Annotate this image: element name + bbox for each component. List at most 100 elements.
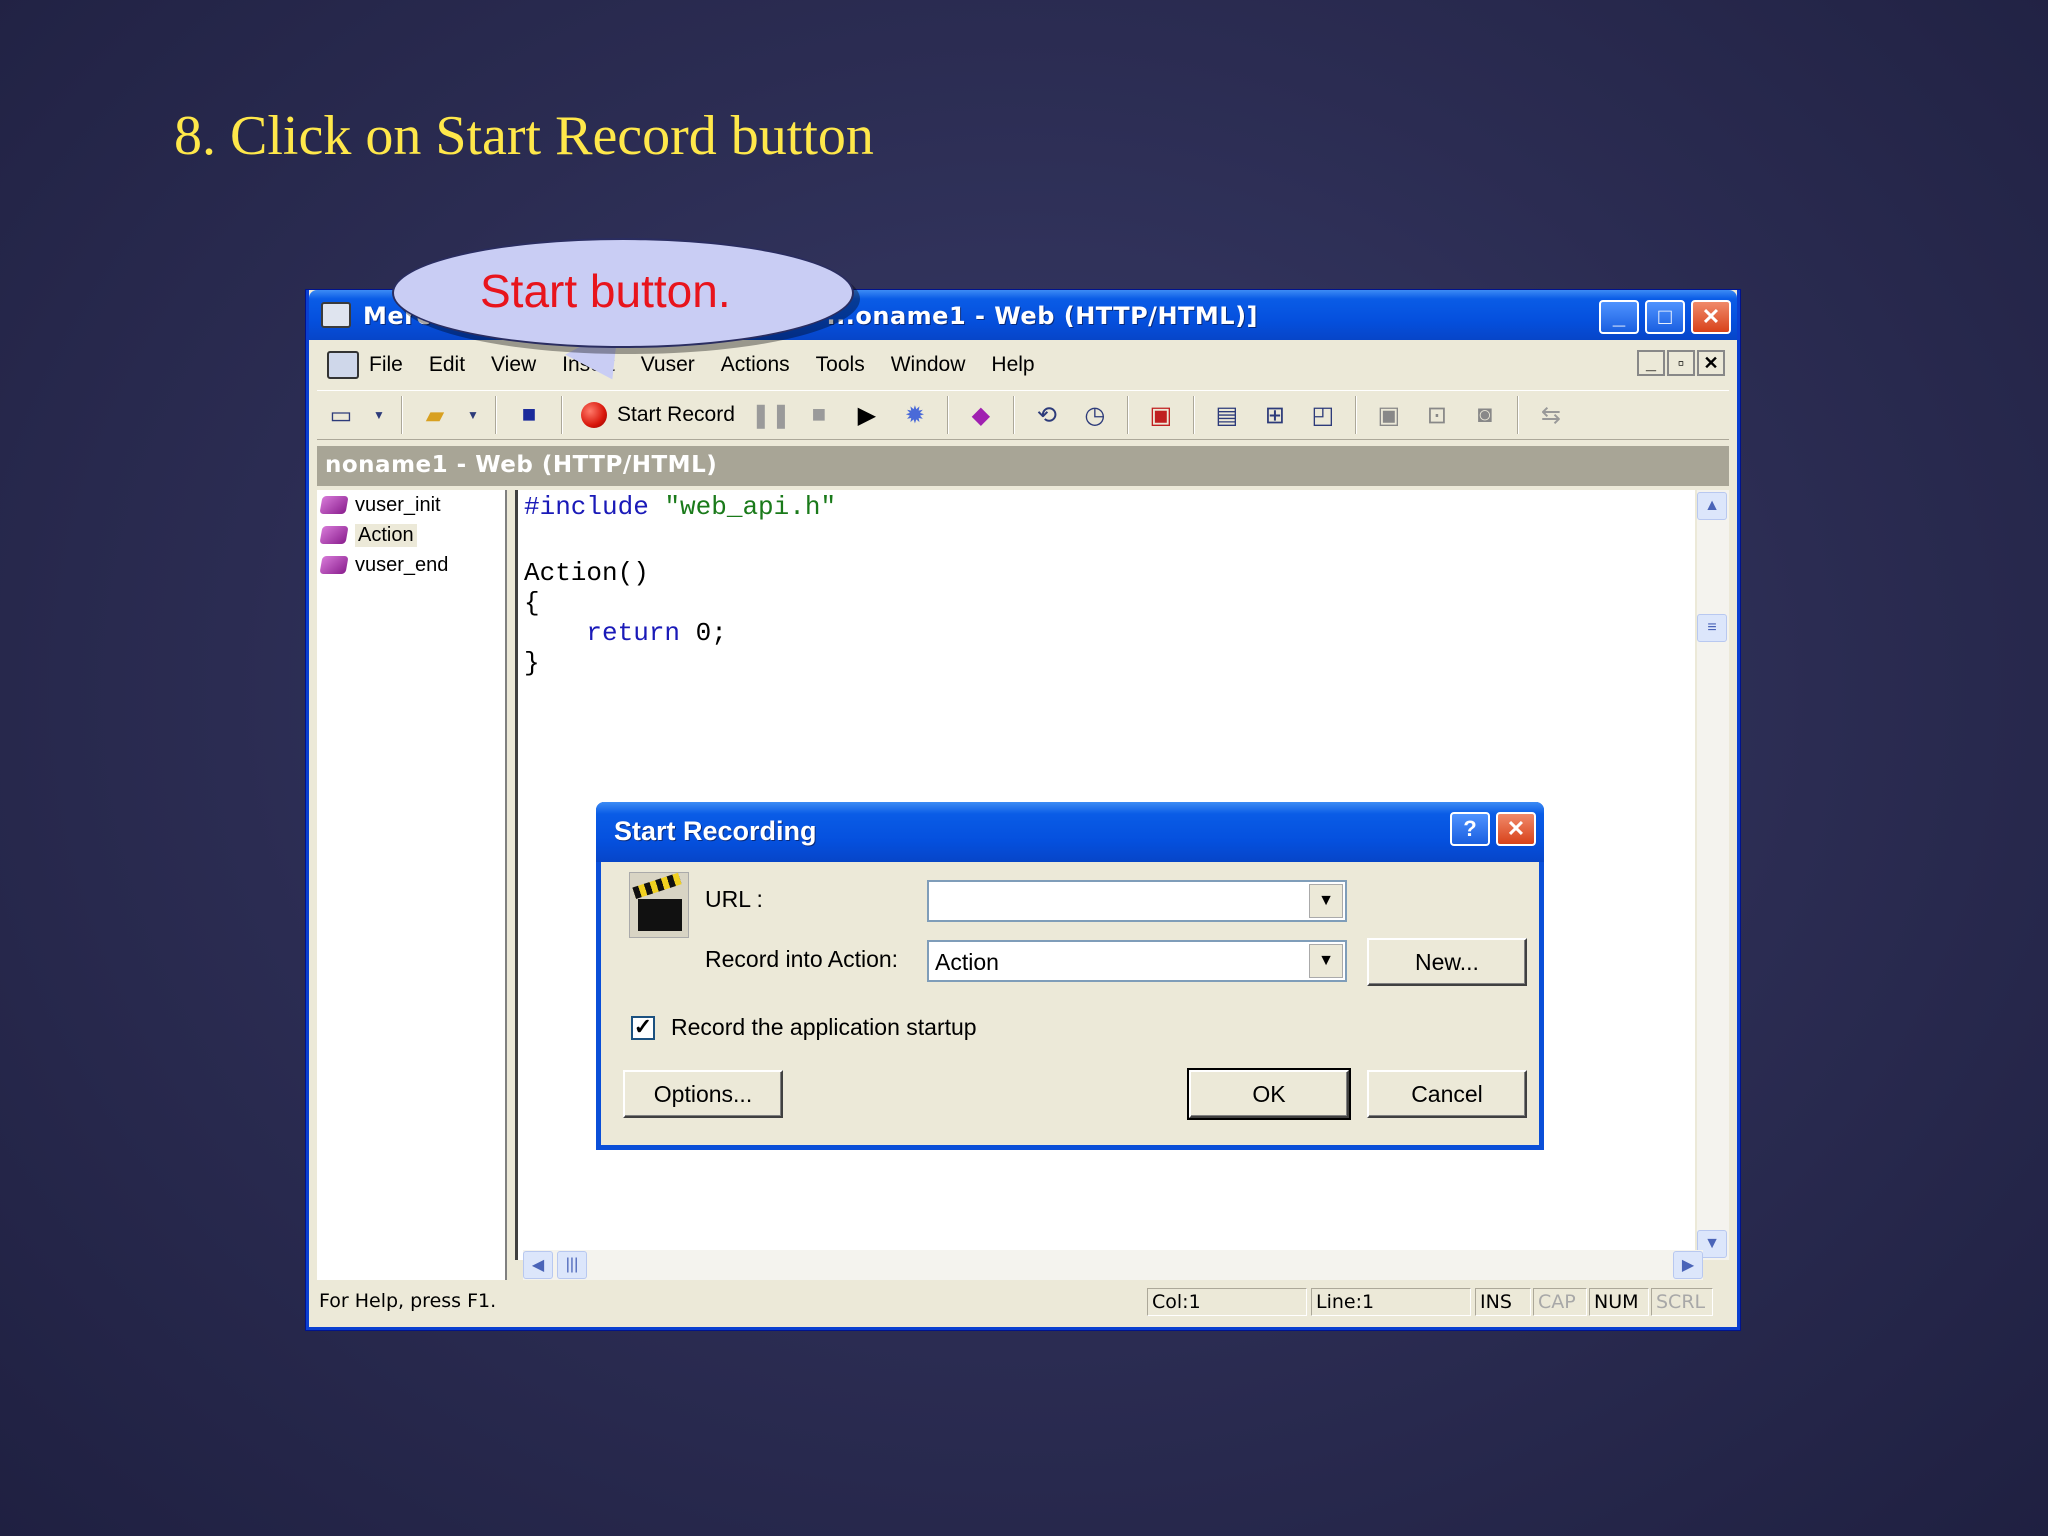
- clapperboard-icon: [629, 872, 689, 938]
- new-action-button[interactable]: New...: [1367, 938, 1527, 986]
- menu-file[interactable]: File: [369, 353, 403, 377]
- record-startup-label: Record the application startup: [671, 1014, 977, 1040]
- vertical-scrollbar[interactable]: ▲ ≡ ▼: [1697, 490, 1729, 1260]
- view-tree-icon[interactable]: ⊞: [1258, 398, 1292, 432]
- menu-tools[interactable]: Tools: [816, 353, 865, 377]
- action-tree: vuser_init Action vuser_end: [317, 490, 507, 1280]
- play-icon[interactable]: ▶: [850, 398, 884, 432]
- chevron-down-icon[interactable]: ▼: [1309, 944, 1343, 978]
- toolbar: ▭ ▼ ▰ ▼ ■ Start Record ❚❚ ■ ▶ ✹ ◆ ⟲ ◷ ▣ …: [317, 390, 1729, 440]
- window-title-right: ...oname1 - Web (HTTP/HTML)]: [826, 302, 1259, 330]
- status-scrl: SCRL: [1651, 1288, 1713, 1316]
- start-record-button[interactable]: Start Record: [581, 402, 735, 428]
- close-button[interactable]: ✕: [1691, 300, 1731, 334]
- toolbar-separator: [1126, 396, 1129, 434]
- code-include-string: "web_api.h": [664, 492, 837, 522]
- start-record-label: Start Record: [617, 403, 735, 426]
- doc-menu-icon[interactable]: [327, 351, 359, 379]
- scroll-left-icon[interactable]: ◀: [523, 1251, 553, 1279]
- view-thumbnail-icon[interactable]: ◰: [1306, 398, 1340, 432]
- record-options-icon[interactable]: ▣: [1144, 398, 1178, 432]
- menu-help[interactable]: Help: [991, 353, 1034, 377]
- callout-bubble: Start button.: [392, 238, 854, 394]
- record-into-action-select[interactable]: Action ▼: [927, 940, 1347, 982]
- record-into-action-value: Action: [935, 949, 999, 975]
- new-script-icon[interactable]: ▭: [324, 398, 358, 432]
- start-recording-dialog: Start Recording ? ✕ URL : ▼ Record into …: [596, 802, 1544, 1150]
- open-folder-icon[interactable]: ▰: [418, 398, 452, 432]
- stop-icon[interactable]: ■: [802, 398, 836, 432]
- ok-button[interactable]: OK: [1187, 1068, 1351, 1120]
- action-block-icon: [319, 496, 349, 514]
- dialog-close-button[interactable]: ✕: [1496, 812, 1536, 846]
- toolbar-separator: [1192, 396, 1195, 434]
- scroll-thumb-h[interactable]: |||: [557, 1251, 587, 1279]
- maximize-button[interactable]: □: [1645, 300, 1685, 334]
- tree-item-action[interactable]: Action: [317, 520, 505, 550]
- tree-item-label: vuser_end: [355, 553, 449, 576]
- code-line: return 0;: [524, 618, 727, 648]
- open-dropdown-icon[interactable]: ▼: [466, 398, 480, 432]
- split-icon[interactable]: ⊡: [1420, 398, 1454, 432]
- horizontal-scrollbar[interactable]: ◀ ||| ▶: [523, 1250, 1703, 1280]
- gear-icon[interactable]: ✹: [898, 398, 932, 432]
- code-include-keyword: #include: [524, 492, 649, 522]
- dialog-title: Start Recording: [614, 816, 817, 846]
- url-combobox[interactable]: ▼: [927, 880, 1347, 922]
- app-icon: [321, 302, 351, 328]
- code-line: #include "web_api.h": [524, 492, 836, 522]
- status-bar: For Help, press F1. Col:1 Line:1 INS CAP…: [317, 1286, 1729, 1320]
- toolbar-separator: [401, 396, 403, 434]
- tree-item-label: vuser_init: [355, 493, 441, 516]
- menu-actions[interactable]: Actions: [721, 353, 790, 377]
- chevron-down-icon[interactable]: ▼: [1309, 884, 1343, 918]
- menubar: File Edit View Insert Vuser Actions Tool…: [317, 346, 1729, 384]
- code-line: {: [524, 588, 540, 618]
- tree-item-vuser-init[interactable]: vuser_init: [317, 490, 505, 520]
- mdi-close-button[interactable]: ✕: [1697, 350, 1725, 376]
- menu-vuser[interactable]: Vuser: [641, 353, 695, 377]
- dialog-titlebar[interactable]: Start Recording ? ✕: [596, 802, 1544, 862]
- menu-view[interactable]: View: [491, 353, 536, 377]
- mdi-restore-button[interactable]: ▫: [1667, 350, 1695, 376]
- scroll-right-icon[interactable]: ▶: [1673, 1251, 1703, 1279]
- toolbar-separator: [1516, 396, 1519, 434]
- mdi-minimize-button[interactable]: _: [1637, 350, 1665, 376]
- mdi-controls: _ ▫ ✕: [1637, 350, 1725, 376]
- code-line: Action(): [524, 558, 649, 588]
- cancel-button[interactable]: Cancel: [1367, 1070, 1527, 1118]
- minimize-button[interactable]: _: [1599, 300, 1639, 334]
- help-button[interactable]: ?: [1450, 812, 1490, 846]
- new-dropdown-icon[interactable]: ▼: [372, 398, 386, 432]
- record-icon: [581, 402, 607, 428]
- tree-item-label: Action: [355, 523, 417, 547]
- step-icon[interactable]: ▣: [1372, 398, 1406, 432]
- save-icon[interactable]: ■: [512, 398, 546, 432]
- code-return-value: 0;: [680, 618, 727, 648]
- toolbar-separator: [561, 396, 563, 434]
- tree-item-vuser-end[interactable]: vuser_end: [317, 550, 505, 580]
- url-label: URL :: [705, 886, 763, 912]
- breakpoint-icon[interactable]: ◙: [1468, 398, 1502, 432]
- status-col: Col:1: [1147, 1288, 1307, 1316]
- action-block-icon: [319, 526, 349, 544]
- options-button[interactable]: Options...: [623, 1070, 783, 1118]
- action-block-icon: [319, 556, 349, 574]
- scroll-up-icon[interactable]: ▲: [1697, 492, 1727, 520]
- record-startup-checkbox[interactable]: ✓: [631, 1016, 655, 1040]
- toolbar-separator: [946, 396, 949, 434]
- pause-icon[interactable]: ❚❚: [751, 398, 791, 432]
- transaction-icon[interactable]: ◷: [1078, 398, 1112, 432]
- status-cap: CAP: [1533, 1288, 1587, 1316]
- slide-title: 8. Click on Start Record button: [174, 105, 874, 167]
- status-ins: INS: [1475, 1288, 1531, 1316]
- scroll-thumb[interactable]: ≡: [1697, 614, 1727, 642]
- action-block-icon[interactable]: ◆: [964, 398, 998, 432]
- view-script-icon[interactable]: ▤: [1210, 398, 1244, 432]
- rendezvous-icon[interactable]: ⟲: [1030, 398, 1064, 432]
- refresh-icon[interactable]: ⇆: [1534, 398, 1568, 432]
- menu-window[interactable]: Window: [891, 353, 966, 377]
- toolbar-separator: [495, 396, 497, 434]
- menu-edit[interactable]: Edit: [429, 353, 465, 377]
- status-help-text: For Help, press F1.: [319, 1290, 497, 1312]
